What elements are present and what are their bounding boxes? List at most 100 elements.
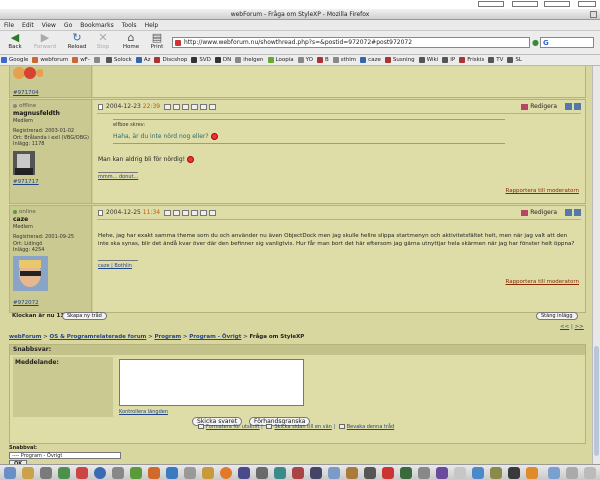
- app-icon[interactable]: [508, 467, 520, 479]
- edit-button[interactable]: Redigera: [521, 103, 557, 110]
- back-button[interactable]: ◀ Back: [1, 32, 29, 54]
- bookmark-dn[interactable]: DN: [214, 55, 234, 65]
- bookmark-az[interactable]: Az: [135, 55, 154, 65]
- app-icon[interactable]: [274, 467, 286, 479]
- app-icon[interactable]: [382, 467, 394, 479]
- bookmark-webforum[interactable]: webforum: [31, 55, 71, 65]
- spotlight-field[interactable]: [478, 1, 504, 7]
- finder-icon[interactable]: [4, 467, 16, 479]
- post-link[interactable]: #972072: [13, 300, 39, 306]
- bookmark-tv[interactable]: TV: [487, 55, 506, 65]
- buddy-icon[interactable]: [209, 103, 217, 110]
- subscribe-link[interactable]: Bevaka denna tråd: [347, 424, 395, 430]
- scrollbar[interactable]: [592, 66, 600, 464]
- folder-icon[interactable]: [548, 467, 560, 479]
- app-icon[interactable]: [472, 467, 484, 479]
- breadcrumb-program-other[interactable]: Program - Övrigt: [189, 334, 241, 340]
- quote-icon[interactable]: [565, 103, 572, 110]
- app-icon[interactable]: [346, 467, 358, 479]
- stop-button[interactable]: ✕ Stop: [89, 32, 117, 54]
- multiquote-icon[interactable]: [574, 103, 581, 110]
- app-icon[interactable]: [418, 467, 430, 479]
- bookmark-sthlm[interactable]: sthlm: [332, 55, 359, 65]
- bookmark-discshop[interactable]: Discshop: [153, 55, 190, 65]
- app-icon[interactable]: [112, 467, 124, 479]
- bookmark-friskis[interactable]: Friskis: [458, 55, 487, 65]
- forum-select[interactable]: ---- Program - Övrigt: [9, 452, 121, 459]
- username[interactable]: caze: [13, 216, 28, 223]
- breadcrumb-home[interactable]: webForum: [9, 334, 41, 340]
- new-thread-button[interactable]: Skapa ny tråd: [62, 312, 107, 320]
- app-icon[interactable]: [202, 467, 214, 479]
- signature[interactable]: mmm... donut...: [98, 174, 138, 180]
- app-icon[interactable]: [454, 467, 466, 479]
- app-icon[interactable]: [400, 467, 412, 479]
- bookmark-ihelgen[interactable]: ihelgen: [234, 55, 266, 65]
- email-link[interactable]: Skicka sidan till en vän: [274, 424, 331, 430]
- print-button[interactable]: ▤ Print: [143, 32, 171, 54]
- check-length-link[interactable]: Kontrollera längden: [119, 409, 168, 415]
- message-textarea[interactable]: [119, 359, 304, 406]
- breadcrumb-os[interactable]: OS & Programrelaterade forum: [50, 334, 147, 340]
- app-icon[interactable]: [310, 467, 322, 479]
- app-icon[interactable]: [436, 467, 448, 479]
- username[interactable]: magnusfeldth: [13, 110, 60, 117]
- app-icon[interactable]: [130, 467, 142, 479]
- homepage-icon[interactable]: [191, 209, 199, 216]
- homepage-icon[interactable]: [191, 103, 199, 110]
- profile-icon[interactable]: [164, 209, 172, 216]
- app-icon[interactable]: [184, 467, 196, 479]
- print-link[interactable]: Formatera för utskrift: [206, 424, 260, 430]
- breadcrumb-program[interactable]: Program: [154, 334, 181, 340]
- bookmark-wf[interactable]: wF-: [71, 55, 93, 65]
- safari-icon[interactable]: [94, 467, 106, 479]
- email-icon[interactable]: [182, 209, 190, 216]
- app-icon[interactable]: [526, 467, 538, 479]
- avatar[interactable]: [13, 256, 48, 291]
- bookmark-blank[interactable]: [93, 55, 105, 65]
- menu-go[interactable]: Go: [60, 20, 76, 31]
- app-icon[interactable]: [166, 467, 178, 479]
- home-button[interactable]: ⌂ Home: [117, 32, 145, 54]
- multiquote-icon[interactable]: [574, 209, 581, 216]
- app-icon[interactable]: [490, 467, 502, 479]
- app-icon[interactable]: [256, 467, 268, 479]
- message-icon[interactable]: [173, 103, 181, 110]
- bookmark-svd[interactable]: SVD: [190, 55, 214, 65]
- app-icon[interactable]: [328, 467, 340, 479]
- message-icon[interactable]: [173, 209, 181, 216]
- app-icon[interactable]: [22, 467, 34, 479]
- post-link[interactable]: #971704: [13, 90, 39, 96]
- bookmark-google[interactable]: Google: [0, 55, 31, 65]
- app-icon[interactable]: [76, 467, 88, 479]
- quote-icon[interactable]: [565, 209, 572, 216]
- menu-help[interactable]: Help: [141, 20, 163, 31]
- go-icon[interactable]: ●: [532, 37, 540, 48]
- profile-icon[interactable]: [164, 103, 172, 110]
- search-user-icon[interactable]: [200, 209, 208, 216]
- bookmark-ip[interactable]: IP: [441, 55, 458, 65]
- report-link[interactable]: Rapportera till moderatorn: [506, 279, 580, 285]
- bookmark-solock[interactable]: Solock: [105, 55, 135, 65]
- app-icon[interactable]: [566, 467, 578, 479]
- avatar[interactable]: [13, 151, 35, 175]
- url-input[interactable]: http://www.webforum.nu/showthread.php?s=…: [172, 37, 530, 48]
- bookmark-yo[interactable]: YO: [297, 55, 316, 65]
- bookmark-wiki[interactable]: Wiki: [418, 55, 442, 65]
- scrollbar-thumb[interactable]: [594, 346, 599, 456]
- app-icon[interactable]: [148, 467, 160, 479]
- search-user-icon[interactable]: [200, 103, 208, 110]
- report-link[interactable]: Rapportera till moderatorn: [506, 188, 580, 194]
- email-icon[interactable]: [182, 103, 190, 110]
- app-icon[interactable]: [40, 467, 52, 479]
- edit-button[interactable]: Redigera: [521, 209, 557, 216]
- buddy-icon[interactable]: [209, 209, 217, 216]
- bookmark-susning[interactable]: Susning: [384, 55, 418, 65]
- firefox-icon[interactable]: [220, 467, 232, 479]
- forward-button[interactable]: ▶ Forward: [31, 32, 59, 54]
- last-page-link[interactable]: >>: [575, 324, 584, 330]
- menu-file[interactable]: File: [0, 20, 18, 31]
- menu-view[interactable]: View: [38, 20, 60, 31]
- reload-button[interactable]: ↻ Reload: [63, 32, 91, 54]
- bookmark-loopia[interactable]: Loopia: [267, 55, 297, 65]
